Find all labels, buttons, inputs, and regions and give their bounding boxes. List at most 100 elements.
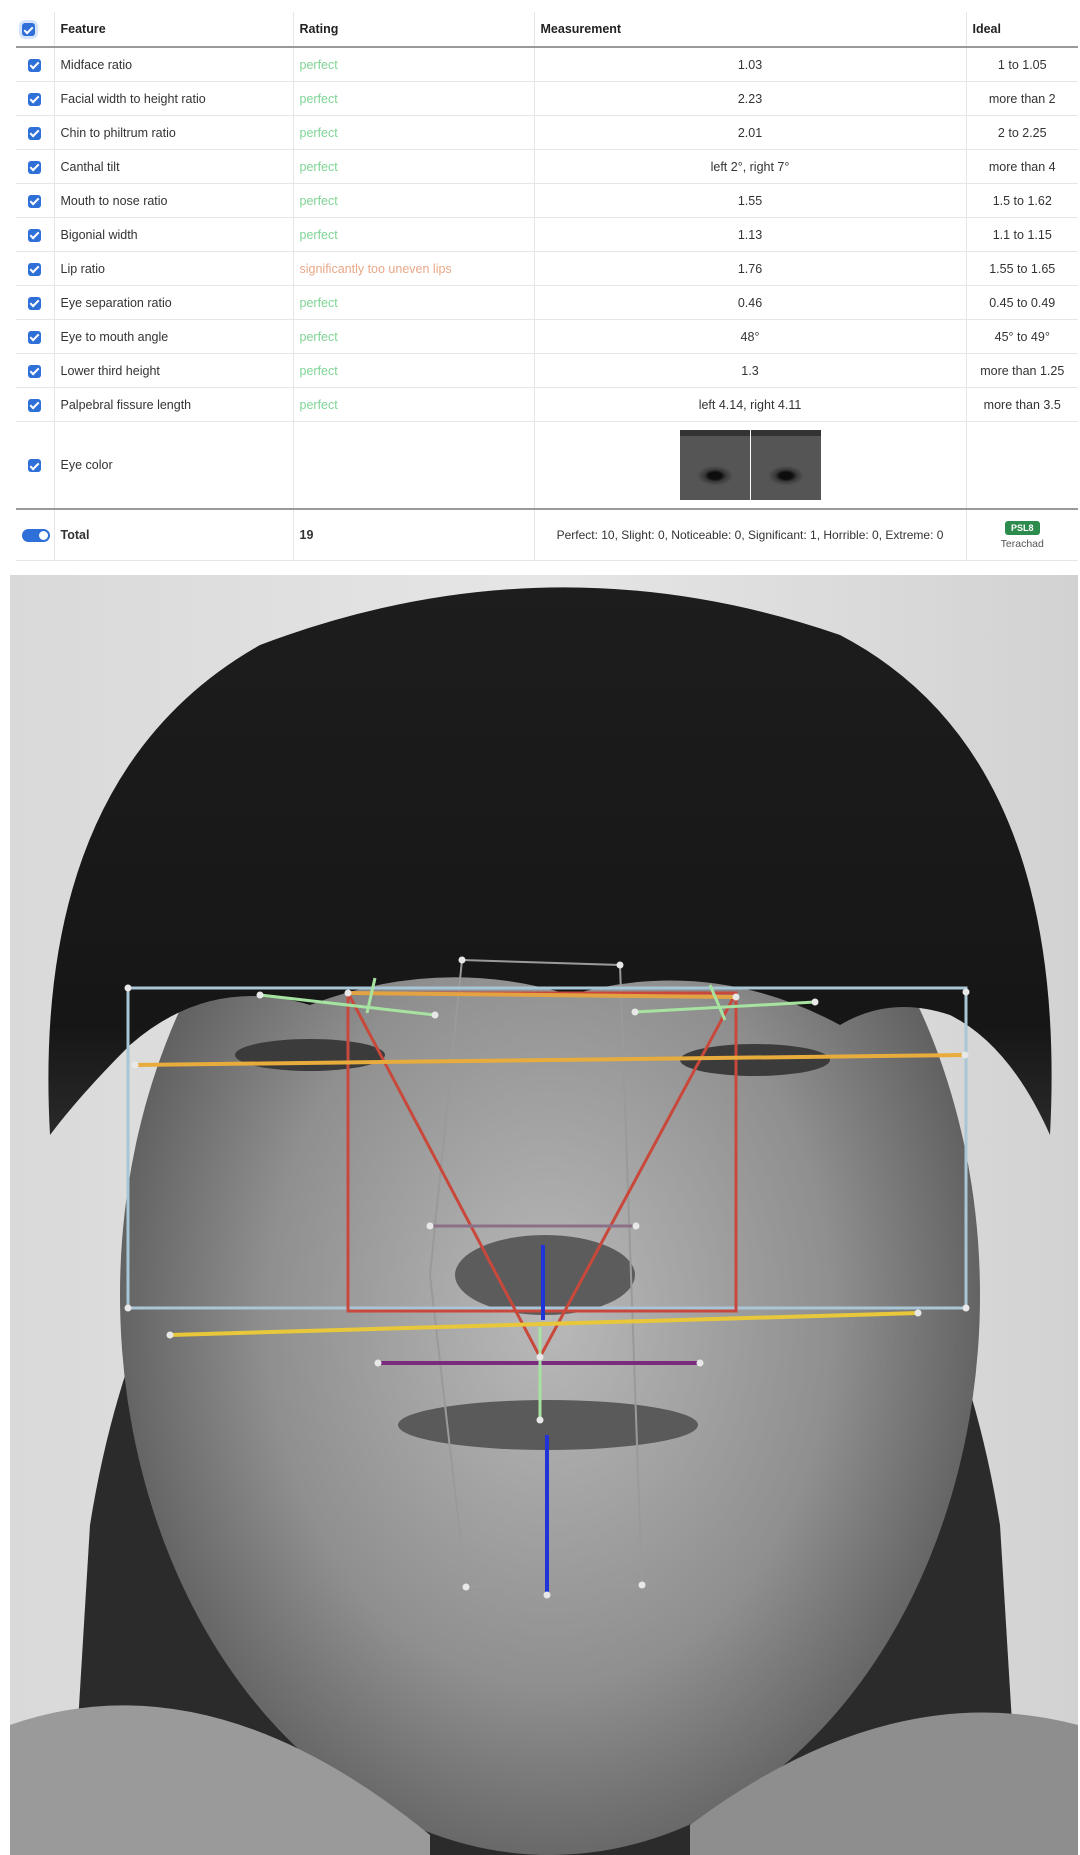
row-checkbox[interactable] — [28, 262, 42, 276]
ideal-cell: 2 to 2.25 — [966, 115, 1078, 150]
row-checkbox[interactable] — [28, 364, 42, 378]
landmark-point — [166, 1331, 174, 1339]
measurement-cell: 0.46 — [534, 285, 967, 320]
psl-cell: PSL8 Terachad — [966, 508, 1078, 561]
right-eye-thumbnail — [750, 430, 821, 500]
select-all-checkbox[interactable] — [22, 23, 35, 37]
table-row: Eye to mouth angle perfect 48° 45° to 49… — [16, 319, 1078, 354]
row-checkbox[interactable] — [28, 160, 42, 174]
feature-cell: Chin to philtrum ratio — [54, 115, 294, 150]
ideal-cell: more than 3.5 — [966, 387, 1078, 422]
left-eye-thumbnail — [679, 430, 750, 500]
feature-cell: Midface ratio — [54, 47, 294, 82]
measurement-cell: 2.01 — [534, 115, 967, 150]
row-checkbox[interactable] — [28, 194, 42, 208]
row-checkbox[interactable] — [28, 92, 42, 106]
table-row: Mouth to nose ratio perfect 1.55 1.5 to … — [16, 183, 1078, 218]
row-checkbox[interactable] — [28, 459, 42, 473]
row-checkbox[interactable] — [28, 228, 42, 242]
ideal-cell: 45° to 49° — [966, 319, 1078, 354]
landmark-point — [256, 991, 264, 999]
row-check-cell — [16, 251, 55, 286]
row-check-cell — [16, 149, 55, 184]
feature-cell: Bigonial width — [54, 217, 294, 252]
rating-cell: significantly too uneven lips — [293, 251, 535, 286]
row-checkbox[interactable] — [28, 58, 42, 72]
row-check-cell — [16, 285, 55, 320]
row-checkbox[interactable] — [28, 126, 42, 140]
landmark-point — [536, 1353, 544, 1361]
ideal-cell: 1.55 to 1.65 — [966, 251, 1078, 286]
feature-cell: Canthal tilt — [54, 149, 294, 184]
ideal-cell: 0.45 to 0.49 — [966, 285, 1078, 320]
row-check-cell — [16, 217, 55, 252]
landmark-point — [124, 1304, 132, 1312]
header-rating[interactable]: Rating — [293, 12, 535, 48]
rating-cell: perfect — [293, 319, 535, 354]
row-check-cell — [16, 421, 55, 510]
psl-badge: PSL8 — [1004, 521, 1040, 535]
feature-cell: Eye separation ratio — [54, 285, 294, 320]
header-ideal[interactable]: Ideal — [966, 12, 1078, 48]
facial-analysis-table: Feature Rating Measurement Ideal Midface… — [16, 12, 1078, 561]
row-check-cell — [16, 319, 55, 354]
feature-cell: Lower third height — [54, 353, 294, 388]
measurement-cell: 1.13 — [534, 217, 967, 252]
measurement-cell: 1.3 — [534, 353, 967, 388]
row-check-cell — [16, 183, 55, 218]
row-check-cell — [16, 47, 55, 82]
ideal-cell — [966, 421, 1078, 510]
table-row: Chin to philtrum ratio perfect 2.01 2 to… — [16, 115, 1078, 150]
landmark-point — [462, 1583, 470, 1591]
landmark-point — [431, 1011, 439, 1019]
rating-cell — [293, 421, 535, 510]
row-checkbox[interactable] — [28, 296, 42, 310]
rating-cell: perfect — [293, 183, 535, 218]
face-landmark-overlay — [10, 575, 1078, 1855]
table-row: Eye separation ratio perfect 0.46 0.45 t… — [16, 285, 1078, 320]
measurement-cell: 1.76 — [534, 251, 967, 286]
rating-cell: perfect — [293, 353, 535, 388]
landmark-point — [961, 1051, 969, 1059]
rating-cell: perfect — [293, 115, 535, 150]
ideal-cell: more than 2 — [966, 81, 1078, 116]
psl-tier-label: Terachad — [1000, 538, 1044, 550]
total-toggle-cell — [16, 508, 55, 561]
landmark-point — [632, 1222, 640, 1230]
total-toggle[interactable] — [22, 529, 50, 543]
landmark-point — [962, 988, 970, 996]
row-check-cell — [16, 387, 55, 422]
landmark-point — [124, 984, 132, 992]
landmark-point — [631, 1008, 639, 1016]
landmark-point — [536, 1416, 544, 1424]
measurement-cell: 2.23 — [534, 81, 967, 116]
ideal-cell: more than 4 — [966, 149, 1078, 184]
row-checkbox[interactable] — [28, 398, 42, 412]
rating-cell: perfect — [293, 81, 535, 116]
row-check-cell — [16, 115, 55, 150]
measurement-cell: 1.55 — [534, 183, 967, 218]
header-feature[interactable]: Feature — [54, 12, 294, 48]
left-eye-shape — [235, 1039, 385, 1071]
table-header-row: Feature Rating Measurement Ideal — [16, 12, 1078, 48]
total-score: 19 — [293, 508, 535, 561]
header-measurement[interactable]: Measurement — [534, 12, 967, 48]
table-row: Lip ratio significantly too uneven lips … — [16, 251, 1078, 286]
ideal-cell: more than 1.25 — [966, 353, 1078, 388]
landmark-point — [962, 1304, 970, 1312]
landmark-point — [616, 961, 624, 969]
rating-cell: perfect — [293, 387, 535, 422]
eye-thumbnails — [679, 430, 821, 500]
feature-cell: Palpebral fissure length — [54, 387, 294, 422]
landmark-point — [374, 1359, 382, 1367]
measurement-cell: left 2°, right 7° — [534, 149, 967, 184]
table-row: Canthal tilt perfect left 2°, right 7° m… — [16, 149, 1078, 184]
measurement-cell: 48° — [534, 319, 967, 354]
row-check-cell — [16, 81, 55, 116]
feature-cell: Eye to mouth angle — [54, 319, 294, 354]
ideal-cell: 1.1 to 1.15 — [966, 217, 1078, 252]
row-checkbox[interactable] — [28, 330, 42, 344]
table-row: Midface ratio perfect 1.03 1 to 1.05 — [16, 47, 1078, 82]
feature-cell: Eye color — [54, 421, 294, 510]
table-row-eye-color: Eye color — [16, 421, 1078, 510]
